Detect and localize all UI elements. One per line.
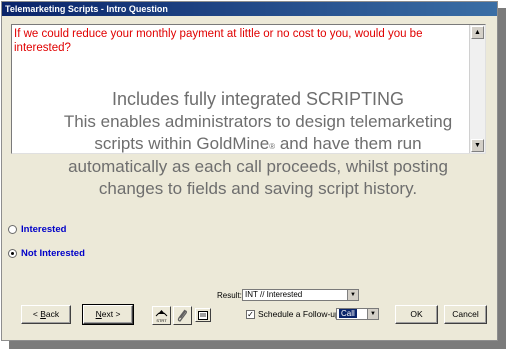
overlay-line-5: changes to fields and saving script hist… [98,179,418,198]
overlay-line-4: automatically as each call proceeds, whi… [68,156,448,176]
feature-overlay: Includes fully integrated SCRIPTING This… [0,88,516,201]
overlay-line-3: scripts within GoldMine® and have them r… [94,134,422,153]
radio-not-interested[interactable] [8,249,17,258]
followup-label: Schedule a Follow-up: [258,309,343,319]
note-icon [198,310,208,320]
scroll-up-button[interactable]: ▲ [471,26,484,39]
result-dropdown[interactable]: INT // Interested ▼ [242,289,359,301]
result-value: INT // Interested [245,290,303,299]
cancel-button[interactable]: Cancel [444,305,487,324]
question-text: If we could reduce your monthly payment … [14,28,423,54]
chevron-down-icon[interactable]: ▼ [347,290,358,300]
next-button[interactable]: Next > [82,304,134,325]
window-shadow-bottom [9,341,506,349]
notes-button[interactable] [195,308,211,322]
next-arrow: > [113,309,121,319]
answer-interested[interactable]: Interested [8,224,66,235]
followup-dropdown[interactable]: Call ▼ [336,308,379,320]
answer-label: Not Interested [21,248,85,259]
radio-interested[interactable] [8,225,17,234]
answer-not-interested[interactable]: Not Interested [8,248,85,259]
back-button[interactable]: < Back [21,305,71,324]
start-script-button[interactable]: STRT [152,306,171,325]
answer-label: Interested [21,224,67,235]
ok-button[interactable]: OK [395,305,438,324]
attach-button[interactable] [173,306,192,325]
result-label: Result: [217,291,242,300]
followup-value: Call [339,309,357,318]
paperclip-icon [177,309,188,322]
start-script-icon: STRT [155,310,168,323]
chevron-down-icon[interactable]: ▼ [367,309,378,319]
overlay-line-1: Includes fully integrated SCRIPTING [111,89,405,109]
overlay-line-2: This enables administrators to design te… [63,111,453,131]
window-title: Telemarketing Scripts - Intro Question [2,2,497,16]
svg-text:STRT: STRT [156,318,167,323]
followup-checkbox[interactable]: ✓ [246,310,255,319]
